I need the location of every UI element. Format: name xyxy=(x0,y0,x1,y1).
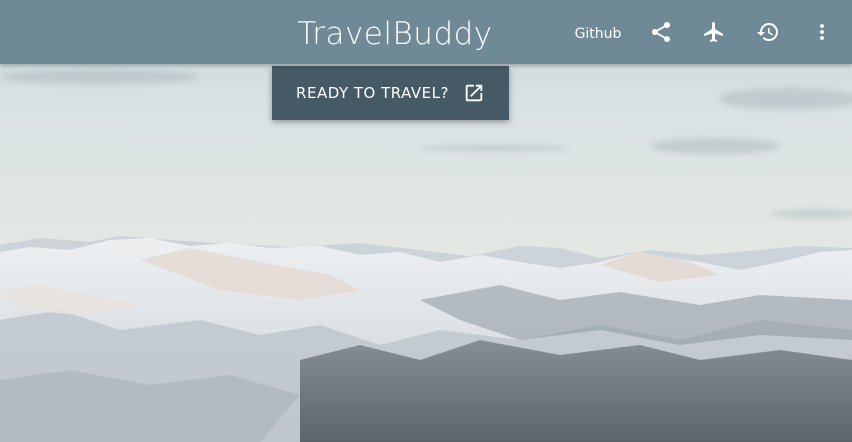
app-bar: TravelBuddy Github xyxy=(0,0,852,64)
more-options-button[interactable] xyxy=(806,16,838,48)
github-link[interactable]: Github xyxy=(570,23,626,45)
ready-to-travel-button[interactable]: READY TO TRAVEL? xyxy=(272,66,509,120)
airplane-icon xyxy=(704,22,723,42)
share-icon xyxy=(652,22,670,42)
ready-to-travel-label: READY TO TRAVEL? xyxy=(296,84,449,102)
more-vert-icon xyxy=(820,24,824,40)
history-icon xyxy=(757,23,778,42)
share-button[interactable] xyxy=(645,16,677,48)
flights-button[interactable] xyxy=(698,16,730,48)
history-button[interactable] xyxy=(752,16,784,48)
open-in-new-icon xyxy=(465,84,483,102)
